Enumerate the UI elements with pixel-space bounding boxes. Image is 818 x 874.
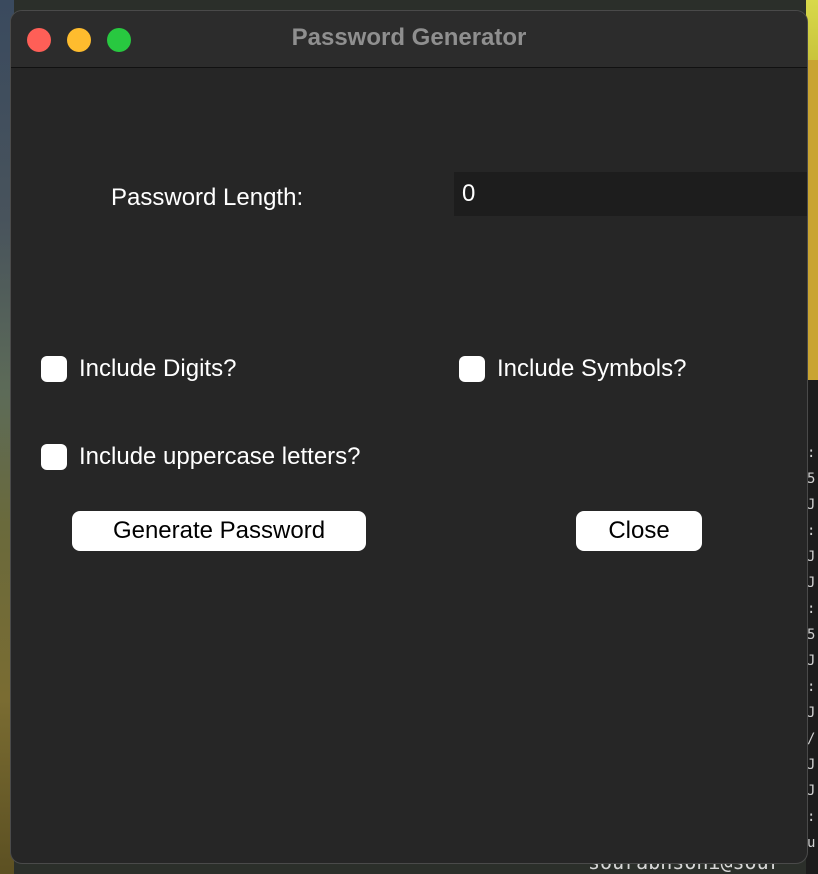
title-bar[interactable]: Password Generator — [11, 11, 807, 68]
include-symbols-checkbox[interactable] — [459, 356, 485, 382]
include-symbols-option[interactable]: Include Symbols? — [459, 355, 686, 383]
include-digits-checkbox[interactable] — [41, 356, 67, 382]
terminal-text-fragments: : 5 J : J J : 5 J : J / J J : u — [807, 445, 816, 851]
include-uppercase-checkbox[interactable] — [41, 444, 67, 470]
close-button[interactable]: Close — [576, 511, 702, 551]
generate-password-button[interactable]: Generate Password — [72, 511, 366, 551]
include-digits-label: Include Digits? — [79, 355, 237, 382]
window-title: Password Generator — [291, 24, 527, 51]
include-uppercase-option[interactable]: Include uppercase letters? — [41, 443, 361, 471]
password-generator-window: Password Generator Password Length: Incl… — [10, 10, 808, 864]
include-symbols-label: Include Symbols? — [497, 355, 687, 382]
window-content: Password Length: Include Digits? Include… — [11, 68, 807, 863]
password-length-input[interactable] — [454, 172, 807, 216]
include-digits-option[interactable]: Include Digits? — [41, 355, 236, 383]
include-uppercase-label: Include uppercase letters? — [79, 443, 361, 470]
password-length-label: Password Length: — [111, 184, 304, 211]
